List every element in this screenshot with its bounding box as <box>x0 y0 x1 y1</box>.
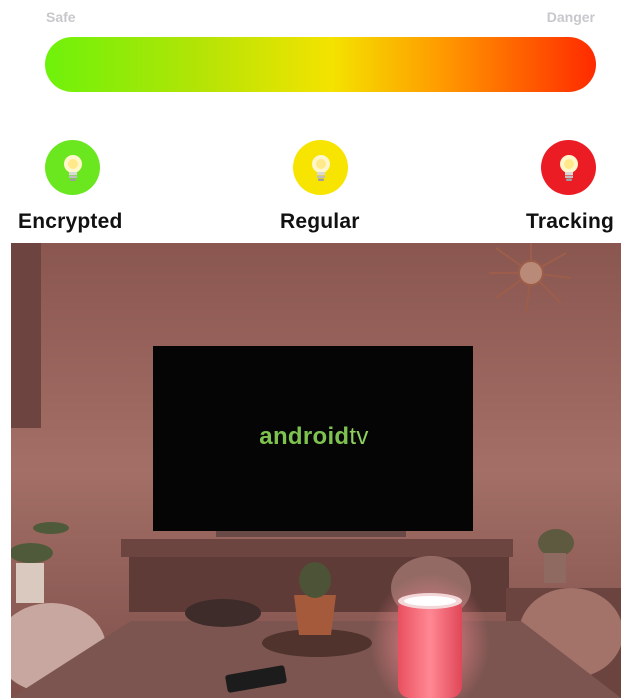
danger-label: Danger <box>546 9 595 25</box>
living-room-photo: androidtv <box>11 243 621 698</box>
safe-label: Safe <box>46 9 76 25</box>
wall-hanging <box>11 243 41 428</box>
lightbulb-icon <box>559 154 578 181</box>
encrypted-label: Encrypted <box>18 210 123 233</box>
lightbulb-icon <box>63 154 82 181</box>
safety-gradient-bar <box>45 37 596 92</box>
tracking-bulb-icon <box>541 140 596 195</box>
tv-brand-suffix: tv <box>349 423 369 450</box>
tv-stand <box>121 539 513 557</box>
room-scene-illustration <box>11 243 621 698</box>
lightbulb-icon <box>311 154 330 181</box>
smart-speaker <box>398 598 462 698</box>
tv-brand-text: android <box>259 423 350 450</box>
cactus-plant <box>299 562 331 598</box>
encrypted-bulb-icon <box>45 140 100 195</box>
bowl <box>185 599 261 627</box>
android-tv-logo: androidtv <box>154 423 474 451</box>
regular-bulb-icon <box>293 140 348 195</box>
tracking-label: Tracking <box>526 210 614 233</box>
regular-label: Regular <box>280 210 360 233</box>
